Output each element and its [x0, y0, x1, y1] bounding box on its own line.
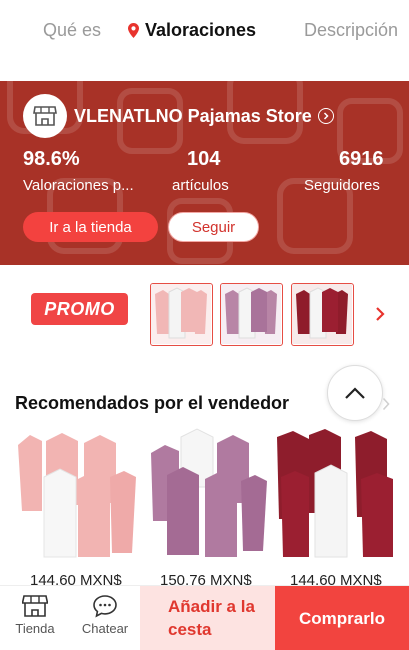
- chevron-right-icon[interactable]: [374, 306, 386, 322]
- follow-button[interactable]: Seguir: [168, 212, 259, 242]
- product-image: [145, 427, 271, 567]
- store-logo: [23, 94, 67, 138]
- tab-valoraciones-label: Valoraciones: [145, 20, 257, 40]
- store-nav-label: Tienda: [15, 621, 55, 636]
- followers-count: 6916: [339, 148, 384, 170]
- chevron-right-icon[interactable]: [382, 397, 390, 411]
- product-tab-bar: Qué es Valoraciones Descripción: [0, 0, 409, 64]
- storefront-icon: [33, 106, 57, 126]
- promo-row: PROMO: [0, 282, 409, 346]
- go-to-store-button[interactable]: Ir a la tienda: [23, 212, 158, 242]
- promo-badge[interactable]: PROMO: [31, 293, 128, 325]
- store-header[interactable]: VLENATLNO Pajamas Store: [23, 94, 334, 138]
- product-image: [275, 427, 401, 567]
- recommended-title: Recomendados por el vendedor: [15, 393, 290, 413]
- followers-label: Seguidores: [304, 177, 380, 194]
- bottom-action-bar: Tienda Chatear Añadir a la cesta Comprar…: [0, 585, 409, 650]
- tab-descripcion[interactable]: Descripción: [304, 20, 398, 41]
- product-card[interactable]: [14, 427, 140, 567]
- product-card[interactable]: [145, 427, 271, 567]
- store-name: VLENATLNO Pajamas Store: [74, 105, 312, 126]
- rating-value: 98.6%: [23, 148, 80, 170]
- chevron-right-circle-icon[interactable]: [317, 108, 334, 124]
- items-label: artículos: [172, 177, 229, 194]
- product-image: [14, 427, 140, 567]
- store-nav-button[interactable]: Tienda: [5, 594, 65, 636]
- tab-que-es[interactable]: Qué es: [43, 20, 101, 41]
- rating-label: Valoraciones p...: [23, 177, 134, 194]
- chat-bubble-icon: [93, 595, 117, 618]
- store-banner: VLENATLNO Pajamas Store 98.6% Valoracion…: [0, 81, 409, 265]
- buy-now-button[interactable]: Comprarlo: [275, 586, 409, 650]
- storefront-icon: [22, 595, 48, 617]
- add-to-cart-button[interactable]: Añadir a la cesta: [140, 586, 275, 650]
- product-card[interactable]: [275, 427, 401, 567]
- promo-thumbnail[interactable]: [150, 283, 213, 346]
- tab-valoraciones[interactable]: Valoraciones: [128, 20, 256, 41]
- promo-thumbnail[interactable]: [291, 283, 354, 346]
- chat-label: Chatear: [81, 621, 129, 636]
- burgundy-robes-image: [292, 284, 352, 344]
- pink-robes-image: [151, 284, 211, 344]
- scroll-to-top-button[interactable]: [327, 365, 383, 421]
- chevron-up-icon: [345, 387, 365, 399]
- items-count: 104: [187, 148, 221, 170]
- mauve-robes-image: [221, 284, 281, 344]
- promo-thumbnail[interactable]: [220, 283, 283, 346]
- chat-button[interactable]: Chatear: [75, 594, 135, 636]
- location-pin-icon: [128, 23, 139, 38]
